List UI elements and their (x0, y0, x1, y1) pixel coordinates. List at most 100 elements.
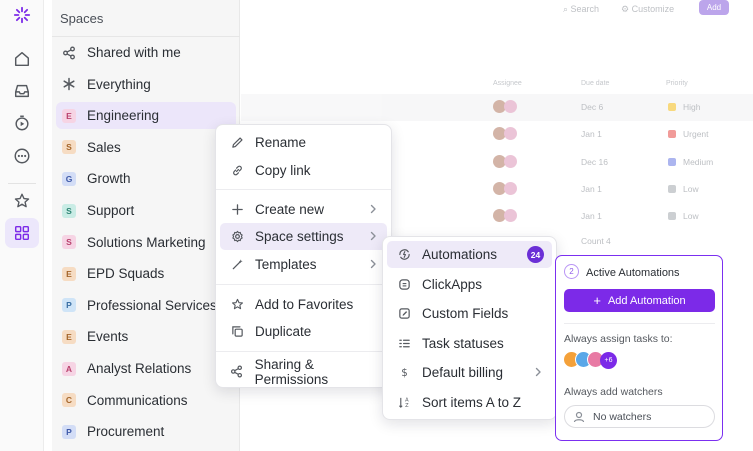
spaces-grid-icon[interactable] (11, 222, 33, 244)
space-avatar-icon: G (62, 171, 76, 186)
column-header-assignee[interactable]: Assignee (493, 80, 522, 87)
due-date: Jan 1 (581, 211, 602, 222)
add-task-button[interactable]: Add (699, 0, 729, 15)
pencil-icon (230, 136, 244, 150)
sidebar-item-events[interactable]: E Events (56, 323, 236, 350)
menu-item-templates[interactable]: Templates (220, 251, 387, 278)
menu-item-create-new[interactable]: Create new (220, 196, 387, 223)
sidebar-item-engineering[interactable]: E Engineering (56, 102, 236, 130)
link-icon (230, 164, 244, 178)
add-watcher-icon (573, 411, 585, 422)
menu-item-label: Task statuses (422, 335, 504, 351)
sidebar-item-sales[interactable]: S Sales (56, 134, 236, 161)
menu-item-clickapps[interactable]: ClickApps (387, 271, 552, 298)
row-count: Count 4 (581, 236, 611, 246)
priority-flag-icon (668, 157, 676, 166)
sidebar-item-analyst-relations[interactable]: A Analyst Relations (56, 355, 236, 382)
column-header-priority[interactable]: Priority (666, 80, 688, 87)
priority: High (683, 102, 701, 112)
priority-flag-icon (668, 212, 676, 221)
menu-item-label: Custom Fields (422, 306, 509, 322)
sidebar-item-label: Professional Services (87, 297, 217, 313)
priority-flag-icon (668, 103, 676, 111)
space-avatar-icon: C (62, 393, 76, 408)
space-avatar-icon: E (62, 266, 76, 281)
menu-item-duplicate[interactable]: Duplicate (220, 318, 387, 345)
search-action[interactable]: ⌕ Search (563, 2, 599, 16)
edit-field-icon (397, 307, 411, 321)
priority: Urgent (683, 129, 709, 140)
menu-item-rename[interactable]: Rename (220, 129, 387, 156)
sidebar-item-everything[interactable]: Everything (56, 71, 236, 98)
priority: Low (683, 211, 699, 222)
sidebar-item-label: Shared with me (87, 45, 181, 60)
sidebar-item-procurement[interactable]: P Procurement (56, 418, 236, 445)
timer-icon[interactable] (11, 112, 33, 134)
watchers-value: No watchers (593, 410, 652, 423)
menu-item-default-billing[interactable]: $ Default billing (387, 359, 552, 386)
sidebar-item-professional-services[interactable]: P Professional Services (56, 292, 236, 319)
rail-divider (8, 183, 36, 184)
menu-item-sort-items-a-to-z[interactable]: A Z Sort items A to Z (387, 389, 552, 416)
menu-item-sharing-and-permissions[interactable]: Sharing & Permissions (220, 356, 387, 387)
menu-item-label: Sort items A to Z (422, 395, 522, 410)
table-row[interactable]: Dec 6 High (241, 94, 753, 121)
sidebar-item-support[interactable]: S Support (56, 197, 236, 224)
space-avatar-icon: P (62, 424, 76, 439)
menu-divider (216, 284, 391, 285)
clickapps-icon (397, 277, 411, 291)
clickup-logo-icon[interactable] (11, 4, 33, 26)
space-avatar-icon: A (62, 361, 76, 376)
svg-text:$: $ (401, 369, 408, 380)
space-avatar-icon: S (62, 203, 76, 218)
menu-item-add-to-favorites[interactable]: Add to Favorites (220, 291, 387, 318)
active-automations-panel: 2 Active Automations + Add Automation Al… (555, 255, 723, 441)
gear-icon (230, 230, 244, 244)
menu-divider (216, 351, 391, 352)
menu-item-custom-fields[interactable]: Custom Fields (387, 300, 552, 327)
menu-item-label: Default billing (422, 365, 504, 381)
add-automation-label: Add Automation (607, 294, 686, 307)
sidebar-item-communications[interactable]: C Communications (56, 387, 236, 414)
menu-item-task-statuses[interactable]: Task statuses (387, 330, 552, 357)
sidebar-item-epd-squads[interactable]: E EPD Squads (56, 260, 236, 287)
more-assignees-badge[interactable]: +6 (600, 352, 617, 369)
star-icon[interactable] (11, 190, 33, 212)
sidebar-divider (52, 36, 240, 37)
inbox-icon[interactable] (11, 80, 33, 102)
watchers-field[interactable]: No watchers (564, 405, 715, 428)
add-automation-button[interactable]: + Add Automation (564, 289, 715, 312)
sidebar-item-label: Events (87, 329, 129, 345)
assign-label: Always assign tasks to: (564, 333, 673, 345)
menu-item-label: ClickApps (422, 276, 483, 292)
due-date: Jan 1 (581, 129, 602, 140)
menu-item-automations[interactable]: Automations 24 (387, 241, 552, 268)
icon-rail (0, 0, 44, 451)
due-date: Dec 6 (581, 102, 604, 112)
home-icon[interactable] (11, 48, 33, 70)
customize-action[interactable]: ⚙ Customize (621, 2, 674, 16)
column-header-due-date[interactable]: Due date (581, 80, 609, 87)
menu-item-label: Sharing & Permissions (254, 356, 329, 387)
space-avatar-icon: P (62, 298, 76, 313)
menu-item-label: Rename (255, 135, 307, 150)
chevron-right-icon (370, 204, 376, 214)
avatar (504, 127, 517, 141)
share-icon (62, 46, 76, 60)
sidebar-item-shared-with-me[interactable]: Shared with me (56, 39, 236, 66)
plus-icon (230, 203, 244, 217)
menu-item-space-settings[interactable]: Space settings (220, 223, 387, 250)
menu-item-copy-link[interactable]: Copy link (220, 157, 387, 184)
automation-icon (397, 248, 411, 262)
step-number: 2 (564, 264, 579, 279)
sidebar-item-growth[interactable]: G Growth (56, 165, 236, 192)
avatar (504, 209, 517, 223)
due-date: Jan 1 (581, 183, 602, 194)
sidebar-item-solutions-marketing[interactable]: S Solutions Marketing (56, 229, 236, 256)
sidebar-item-label: Sales (87, 139, 121, 155)
space-avatar-icon: S (62, 140, 76, 155)
menu-item-label: Duplicate (255, 324, 312, 339)
sidebar-item-label: Communications (87, 392, 188, 408)
count-badge: 24 (527, 246, 544, 263)
more-icon[interactable] (11, 145, 33, 167)
